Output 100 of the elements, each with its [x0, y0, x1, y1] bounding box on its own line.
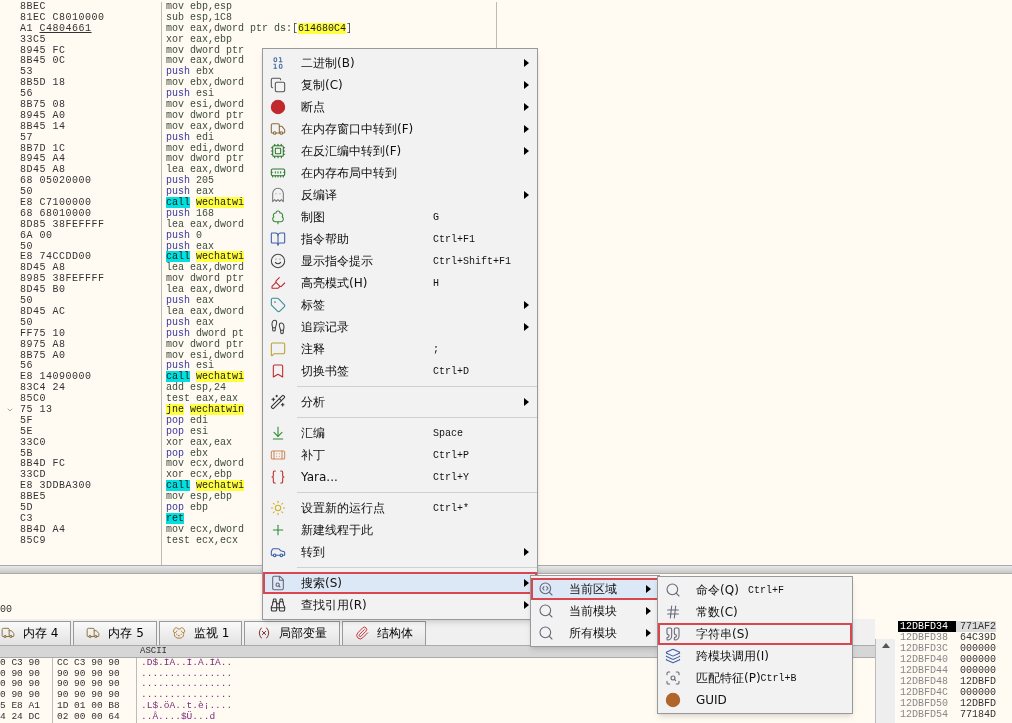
bytes-text: 5D	[20, 501, 33, 513]
menu-item[interactable]: 追踪记录	[263, 316, 537, 338]
menu-item[interactable]: Yara... Ctrl+Y	[263, 466, 537, 488]
bytes-text: E8 14090000	[20, 371, 92, 383]
bytes-text: 8B45 14	[20, 120, 66, 132]
submenu-arrow-icon	[524, 147, 529, 155]
bytes-text: 33C0	[20, 436, 46, 448]
menu-item[interactable]: 所有模块	[531, 622, 659, 644]
column-header: ASCII	[140, 645, 167, 657]
bytes-text: 6A 00	[20, 229, 53, 241]
instruction-text: mov dword ptr	[166, 153, 245, 165]
bytes-text: 8D45 B0	[20, 284, 66, 296]
scroll-up-icon[interactable]	[881, 642, 890, 648]
menu-item[interactable]: 注释 ;	[263, 338, 537, 360]
menu-item[interactable]: 分析	[263, 382, 537, 413]
search-icon	[538, 581, 554, 597]
submenu-arrow-icon	[524, 579, 529, 587]
stack-address[interactable]: 12DBFD54	[898, 708, 956, 720]
bytes-text: 8B45 0C	[20, 55, 66, 67]
tab[interactable]: 局部变量	[244, 620, 341, 645]
bytes-text: 8D45 AC	[20, 305, 66, 317]
search-icon	[538, 603, 554, 619]
tab[interactable]: 内存 4	[0, 620, 72, 645]
menu-item[interactable]: 制图 G	[263, 206, 537, 228]
menu-item[interactable]: 汇编 Space	[263, 413, 537, 444]
quote-icon	[665, 626, 681, 642]
menu-item[interactable]: 新建线程于此	[263, 519, 537, 541]
plus-icon	[270, 522, 286, 538]
menu-item[interactable]: 切换书签 Ctrl+D	[263, 360, 537, 382]
menu-item[interactable]: 命令(Q) Ctrl+F	[658, 579, 852, 601]
menu-item[interactable]: 高亮模式(H) H	[263, 272, 537, 294]
menu-item[interactable]: 指令帮助 Ctrl+F1	[263, 228, 537, 250]
scrollbar[interactable]	[875, 638, 895, 723]
menu-item[interactable]: 转到	[263, 541, 537, 563]
menu-item[interactable]: GUID	[658, 689, 852, 711]
hex-text: 02 00 00 64	[57, 711, 120, 723]
instruction-text: call wechatwi	[166, 480, 245, 492]
instruction-text: mov esi,dword	[166, 99, 245, 110]
menu-item[interactable]: 断点	[263, 96, 537, 118]
tab[interactable]: 内存 5	[73, 620, 157, 645]
stack-address[interactable]: 12DBFD4C	[898, 686, 956, 698]
submenu-arrow-icon	[524, 81, 529, 89]
instruction-text: push ebx	[166, 66, 215, 78]
stack-address[interactable]: 12DBFD34	[898, 620, 956, 632]
instruction-text: mov ebx,dword	[166, 77, 245, 89]
menu-item[interactable]: 常数(C)	[658, 601, 852, 623]
instruction-text: xor eax,ebp	[166, 33, 233, 45]
instruction-text: call wechatwi	[166, 197, 245, 209]
instruction-text: mov dword ptr	[166, 44, 245, 56]
instruction-text: ret	[166, 512, 184, 524]
menu-item[interactable]: 当前区域	[531, 578, 659, 600]
instruction-text: lea eax,dword	[166, 284, 245, 296]
stack-address[interactable]: 12DBFD44	[898, 664, 956, 676]
instruction-text: push 0	[166, 229, 203, 241]
hex-text: 5 E8 A1	[0, 701, 41, 713]
tab[interactable]: 结构体	[342, 620, 427, 645]
bytes-text: 5F	[20, 414, 33, 426]
bytes-text: 56	[20, 360, 33, 372]
ghost-icon	[270, 187, 286, 203]
menu-item[interactable]: 在内存布局中转到	[263, 162, 537, 184]
menu-item[interactable]: 在内存窗口中转到(F)	[263, 118, 537, 140]
ascii-text: ................	[141, 667, 233, 679]
instruction-text: mov dword ptr	[166, 273, 245, 285]
menu-item[interactable]: 在反汇编中转到(F)	[263, 140, 537, 162]
menu-item[interactable]: 补丁 Ctrl+P	[263, 444, 537, 466]
stack-address[interactable]: 12DBFD48	[898, 675, 956, 687]
binary-icon	[270, 55, 286, 71]
stack-value: 000000	[959, 642, 996, 654]
menu-item[interactable]: 显示指令提示 Ctrl+Shift+F1	[263, 250, 537, 272]
menu-item[interactable]: 匹配特征(P)Ctrl+B	[658, 667, 852, 689]
menu-item[interactable]: 设置新的运行点 Ctrl+*	[263, 488, 537, 519]
hex-text: 1D 01 00 B8	[57, 700, 120, 712]
instruction-text: push 205	[166, 175, 215, 187]
instruction-text: pop ebx	[166, 447, 209, 459]
stack-address[interactable]: 12DBFD3C	[898, 642, 956, 654]
bookmark-icon	[270, 363, 286, 379]
hex-text: 4 24 DC	[0, 712, 41, 723]
ascii-text: ................	[141, 678, 233, 690]
stack-address[interactable]: 12DBFD40	[898, 653, 956, 665]
hex-text: 0 90 90	[0, 668, 41, 680]
menu-item[interactable]: 二进制(B)	[263, 52, 537, 74]
instruction-text: mov esp,ebp	[166, 491, 233, 503]
menu-item[interactable]: 跨模块调用(I)	[658, 645, 852, 667]
menu-item[interactable]: 反编译	[263, 184, 537, 206]
bytes-text: 50	[20, 316, 33, 328]
menu-item[interactable]: 字符串(S)	[658, 623, 852, 645]
menu-item[interactable]: 复制(C)	[263, 74, 537, 96]
bytes-text: 8B4D A4	[20, 523, 66, 535]
info-text: 00	[0, 602, 12, 617]
bytes-text: 8B5D 18	[20, 77, 66, 89]
bytes-text: 68 05020000	[20, 175, 92, 187]
stack-address[interactable]: 12DBFD38	[898, 631, 956, 643]
menu-item[interactable]: 标签	[263, 294, 537, 316]
chip-icon	[270, 143, 286, 159]
tab[interactable]: 监视 1	[158, 620, 243, 645]
highlighter-icon	[270, 275, 286, 291]
instruction-text: call wechatwi	[166, 371, 245, 383]
variable-icon	[257, 626, 272, 641]
hex-text: 90 90 90 90	[57, 667, 120, 679]
stack-address[interactable]: 12DBFD50	[898, 697, 956, 709]
